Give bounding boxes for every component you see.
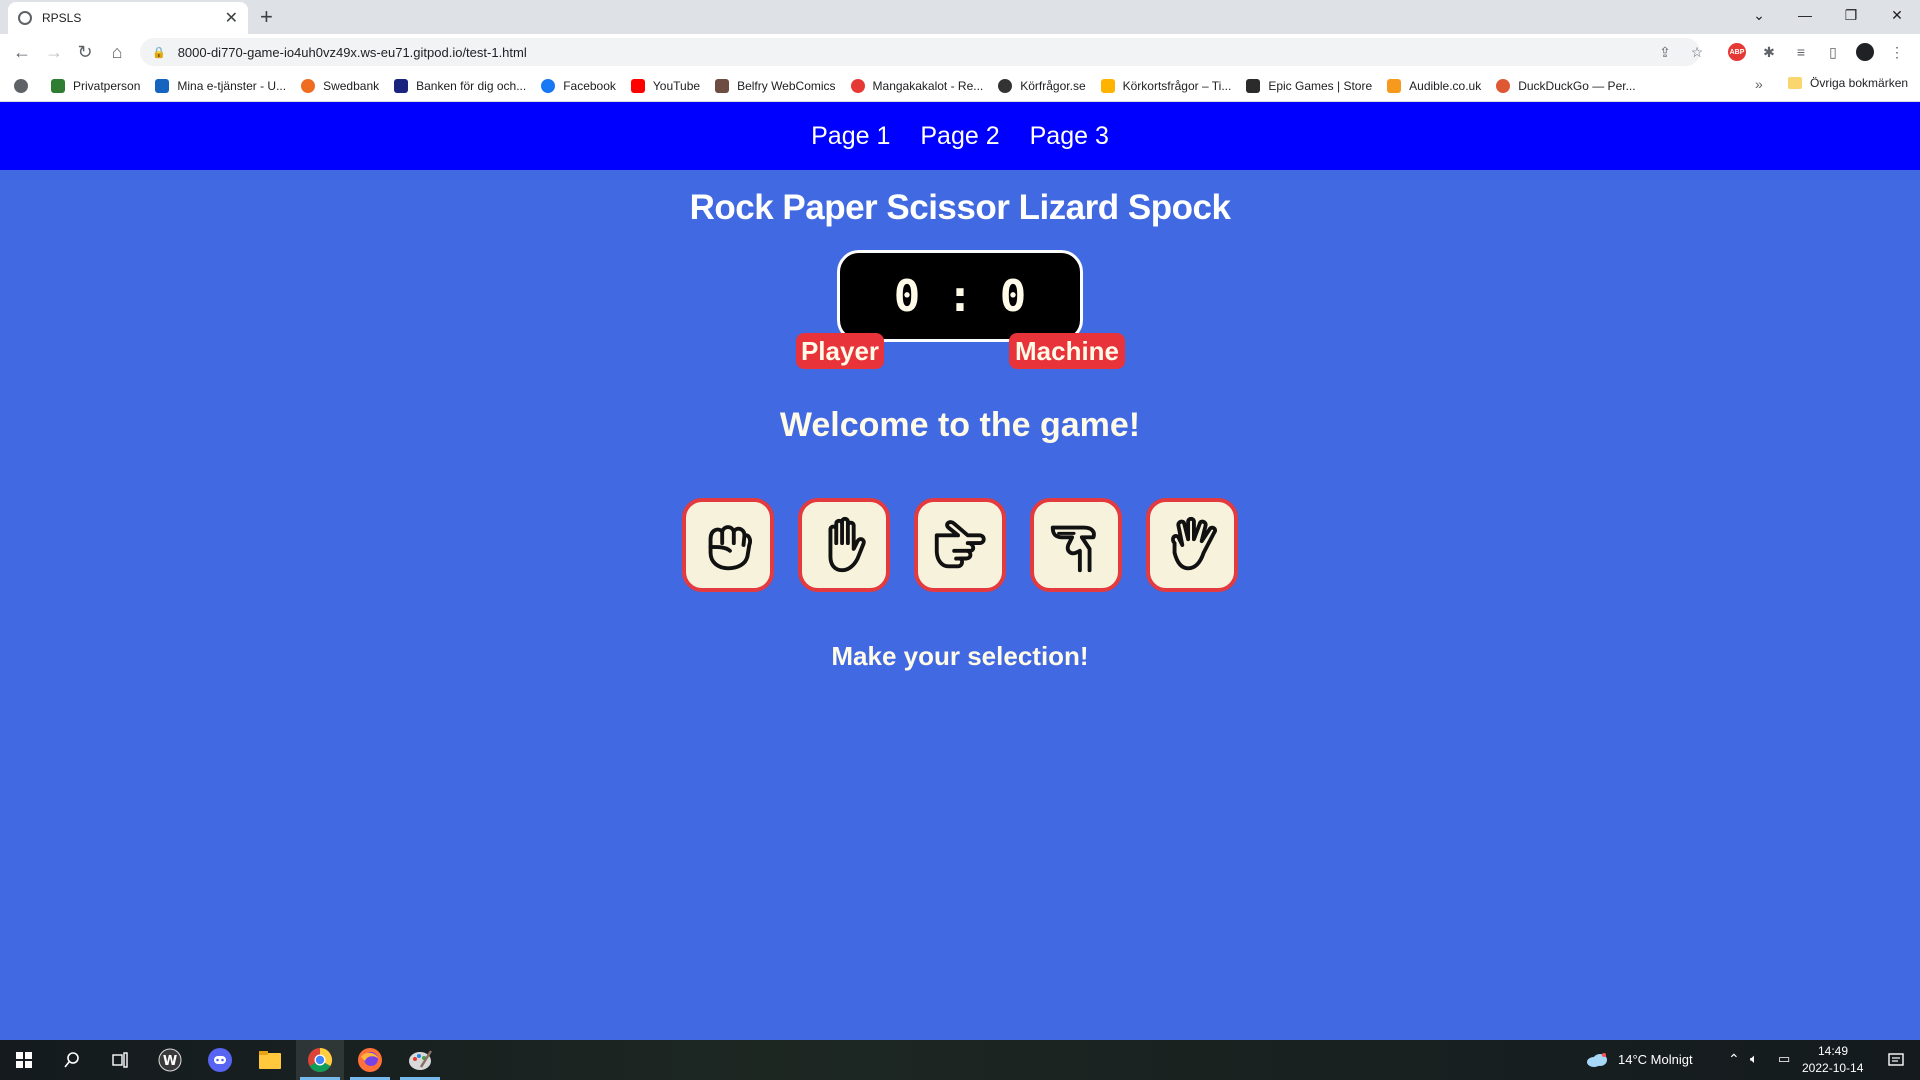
chrome-icon[interactable] (296, 1040, 344, 1080)
share-icon[interactable]: ⇪ (1656, 43, 1674, 61)
back-icon[interactable]: ← (10, 40, 34, 64)
weather-cloud-icon[interactable] (1582, 1040, 1612, 1080)
bookmark-item[interactable]: DuckDuckGo — Per... (1496, 78, 1636, 93)
paint-app-icon[interactable] (396, 1040, 444, 1080)
bookmark-item[interactable]: Epic Games | Store (1246, 78, 1372, 93)
windows-start-icon[interactable] (0, 1040, 48, 1080)
apps-icon[interactable] (14, 78, 36, 93)
minimize-icon[interactable]: — (1782, 0, 1828, 30)
bookmark-item[interactable]: Körkortsfrågor – Ti... (1100, 78, 1231, 93)
bookmark-item[interactable]: Facebook (541, 78, 616, 93)
volume-icon[interactable]: 🔈︎ (1750, 1051, 1758, 1067)
browser-toolbar: ← → ↻ ⌂ 🔒 8000-di770-game-io4uh0vz49x.ws… (0, 34, 1920, 70)
bookmark-favicon (630, 78, 645, 93)
task-view-icon[interactable] (96, 1040, 144, 1080)
svg-text:W: W (163, 1054, 177, 1069)
media-icon[interactable]: ≡ (1792, 43, 1810, 61)
game-title: Rock Paper Scissor Lizard Spock (689, 188, 1231, 227)
more-bookmarks-icon[interactable]: » (1755, 76, 1763, 92)
bookmark-item[interactable]: YouTube (630, 78, 700, 93)
clock-time[interactable]: 14:49 (1818, 1044, 1848, 1058)
welcome-heading: Welcome to the game! (779, 406, 1141, 444)
home-icon[interactable]: ⌂ (105, 40, 129, 64)
search-icon[interactable] (48, 1040, 96, 1080)
scoreboard: 0 : 0 (837, 250, 1083, 342)
browser-tab-strip: RPSLS ✕ + ⌄ — ❐ ✕ (0, 0, 1920, 34)
folder-icon (1788, 77, 1802, 89)
spock-hand-icon (1171, 516, 1217, 571)
bookmark-item[interactable]: Mangakakalot - Re... (850, 78, 983, 93)
forward-icon[interactable]: → (42, 40, 66, 64)
bookmarks-bar: Privatperson Mina e-tjänster - U... Swed… (0, 70, 1920, 102)
bookmark-item[interactable]: Audible.co.uk (1387, 78, 1481, 93)
rock-button[interactable] (682, 498, 774, 592)
close-tab-icon[interactable]: ✕ (225, 8, 238, 28)
chevron-up-icon[interactable]: ⌃ (1728, 1051, 1740, 1068)
file-explorer-icon[interactable] (246, 1040, 294, 1080)
nav-link-page-2[interactable]: Page 2 (920, 122, 999, 151)
lock-icon: 🔒 (152, 46, 166, 59)
side-panel-icon[interactable]: ▯ (1824, 43, 1842, 61)
selection-message: Make your selection! (831, 641, 1089, 671)
new-tab-icon[interactable]: + (260, 4, 273, 30)
lizard-hand-icon (1050, 525, 1096, 573)
firefox-icon[interactable] (346, 1040, 394, 1080)
globe-icon (18, 11, 32, 25)
restore-icon[interactable]: ❐ (1828, 0, 1874, 30)
lizard-button[interactable] (1030, 498, 1122, 592)
reload-icon[interactable]: ↻ (73, 40, 97, 64)
bookmark-favicon (850, 78, 865, 93)
bookmark-item[interactable]: Mina e-tjänster - U... (155, 78, 286, 93)
nav-link-page-3[interactable]: Page 3 (1030, 122, 1109, 151)
other-bookmarks-folder[interactable]: Övriga bokmärken (1788, 76, 1908, 90)
extensions-icon[interactable]: ✱ (1760, 43, 1778, 61)
bookmark-favicon (51, 78, 65, 93)
weather-text[interactable]: 14°C Molnigt (1618, 1052, 1693, 1067)
player-label: Player (796, 333, 884, 369)
bookmark-favicon (1387, 78, 1402, 93)
bookmark-item[interactable]: Belfry WebComics (715, 78, 836, 93)
bookmark-favicon (998, 78, 1013, 93)
spock-button[interactable] (1146, 498, 1238, 592)
bookmark-favicon (1246, 78, 1261, 93)
paper-button[interactable] (798, 498, 890, 592)
notifications-icon[interactable] (1872, 1040, 1920, 1080)
bookmark-favicon (1496, 78, 1511, 93)
taskbar: W 14°C Molnigt ⌃ 🔈︎ ▭ 14:49 2022-10-14 (0, 1040, 1920, 1080)
tab-search-icon[interactable]: ⌄ (1736, 0, 1782, 30)
discord-icon[interactable] (196, 1040, 244, 1080)
nav-link-page-1[interactable]: Page 1 (811, 122, 890, 151)
bookmark-favicon (394, 78, 409, 93)
site-nav: Page 1 Page 2 Page 3 (0, 102, 1920, 170)
url-text: 8000-di770-game-io4uh0vz49x.ws-eu71.gitp… (177, 44, 527, 60)
address-bar[interactable]: 🔒 8000-di770-game-io4uh0vz49x.ws-eu71.gi… (140, 38, 1700, 66)
bookmark-favicon (541, 78, 556, 93)
bookmark-item[interactable]: Privatperson (51, 78, 140, 93)
close-window-icon[interactable]: ✕ (1874, 0, 1920, 30)
profile-avatar[interactable] (1856, 43, 1874, 61)
bookmark-favicon (155, 78, 170, 93)
bookmark-item[interactable]: Swedbank (301, 78, 379, 93)
adblock-icon[interactable]: ABP (1728, 43, 1746, 61)
network-icon[interactable]: ▭ (1778, 1051, 1790, 1067)
machine-label: Machine (1009, 333, 1125, 369)
clock-date[interactable]: 2022-10-14 (1802, 1061, 1863, 1075)
score-display: 0 : 0 (893, 270, 1027, 322)
app-w-icon[interactable]: W (146, 1040, 194, 1080)
scissors-hand-icon (934, 520, 986, 569)
bookmark-favicon (715, 78, 730, 93)
menu-icon[interactable]: ⋮ (1888, 43, 1906, 61)
browser-tab[interactable]: RPSLS ✕ (8, 2, 248, 34)
bookmark-item[interactable]: Banken för dig och... (394, 78, 526, 93)
bookmark-favicon (1100, 78, 1115, 93)
bookmark-star-icon[interactable]: ☆ (1688, 43, 1706, 61)
scissors-button[interactable] (914, 498, 1006, 592)
rock-fist-icon (708, 525, 752, 571)
paper-hand-icon (828, 516, 866, 573)
bookmark-favicon (301, 78, 316, 93)
tab-title: RPSLS (42, 11, 82, 25)
bookmark-item[interactable]: Körfrågor.se (998, 78, 1086, 93)
